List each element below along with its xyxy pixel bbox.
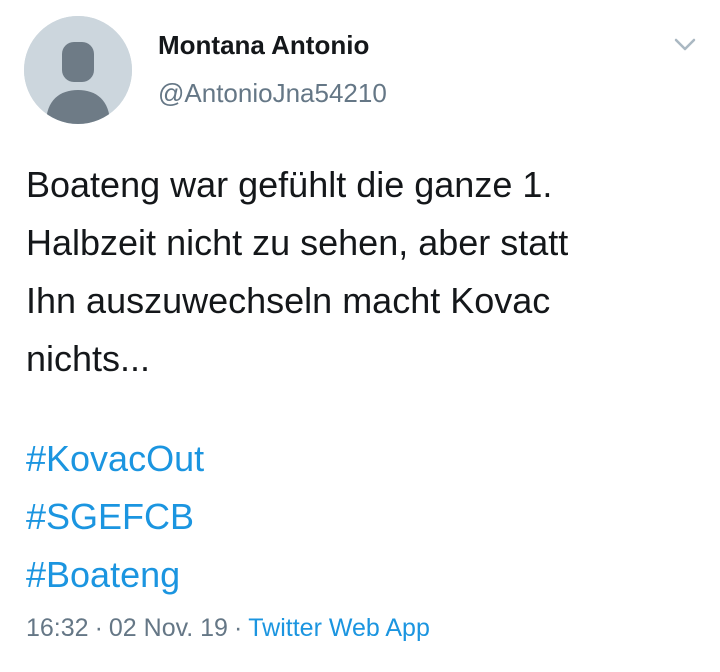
tweet-time[interactable]: 16:32 bbox=[26, 614, 89, 642]
tweet-text: Boateng war gefühlt die ganze 1. Halbzei… bbox=[26, 156, 706, 388]
hashtag-link[interactable]: #SGEFCB bbox=[26, 488, 194, 546]
hashtag-link[interactable]: #KovacOut bbox=[26, 430, 204, 488]
author-display-name[interactable]: Montana Antonio bbox=[158, 30, 369, 61]
author-handle[interactable]: @AntonioJna54210 bbox=[158, 78, 387, 109]
tweet-date[interactable]: 02 Nov. 19 bbox=[109, 614, 228, 642]
tweet-text-line: Boateng war gefühlt die ganze 1. bbox=[26, 164, 553, 205]
tweet-text-line: nichts... bbox=[26, 338, 151, 379]
tweet-text-line: Halbzeit nicht zu sehen, aber statt bbox=[26, 222, 569, 263]
tweet-source-link[interactable]: Twitter Web App bbox=[248, 614, 430, 642]
chevron-down-icon[interactable] bbox=[670, 30, 700, 60]
tweet-text-line: Ihn auszuwechseln macht Kovac bbox=[26, 280, 551, 321]
tweet-metadata: 16:32 · 02 Nov. 19 · Twitter Web App bbox=[26, 614, 430, 643]
hashtag-list: #KovacOut #SGEFCB #Boateng bbox=[26, 430, 204, 604]
tweet-card: Montana Antonio @AntonioJna54210 Boateng… bbox=[0, 0, 720, 672]
meta-separator: · bbox=[233, 614, 243, 642]
hashtag-link[interactable]: #Boateng bbox=[26, 546, 180, 604]
meta-separator: · bbox=[94, 614, 103, 642]
default-profile-icon[interactable] bbox=[24, 16, 132, 124]
